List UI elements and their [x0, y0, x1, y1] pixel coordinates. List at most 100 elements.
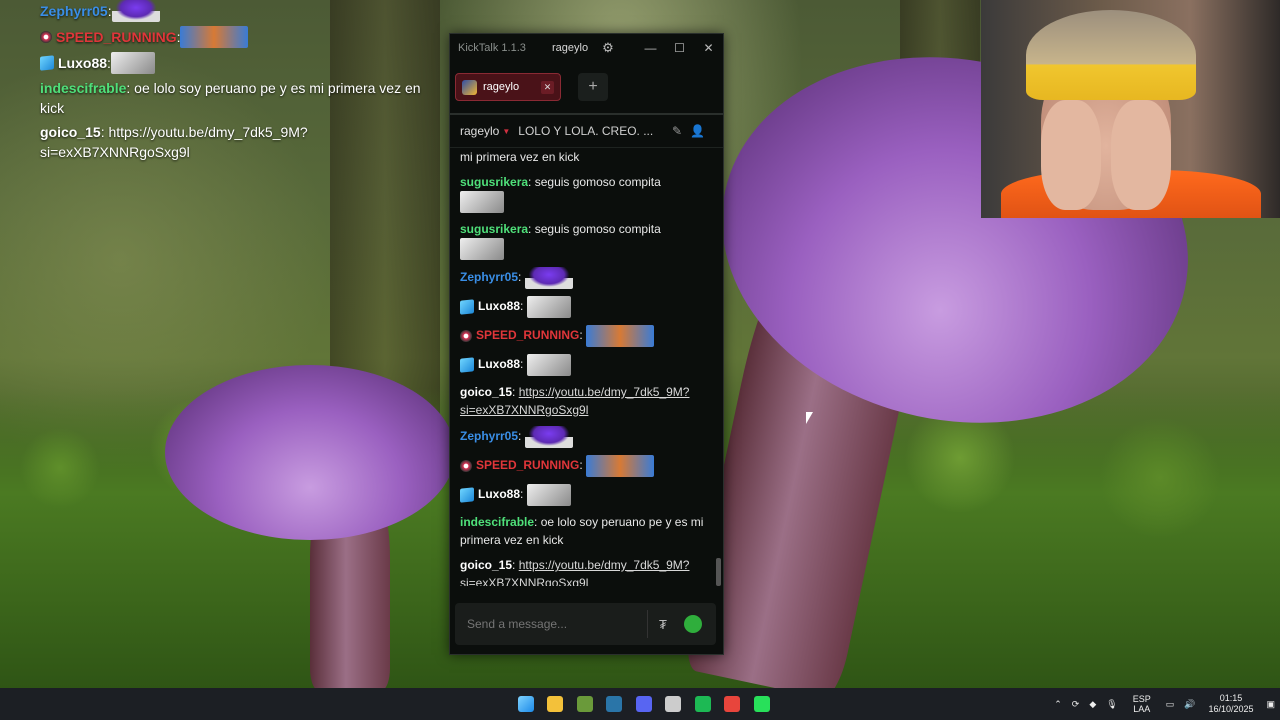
- kicktalk-app-button[interactable]: [747, 688, 777, 720]
- chat-username[interactable]: goico_15: [460, 558, 512, 572]
- emote-image: [586, 325, 655, 347]
- sync-icon[interactable]: ⟳: [1072, 699, 1080, 710]
- subscriber-badge-icon: [460, 330, 472, 342]
- steam-app-button[interactable]: [600, 688, 630, 720]
- windows-start-app-button[interactable]: [511, 688, 541, 720]
- emote-image: [526, 354, 571, 376]
- message-composer: ₮: [455, 603, 716, 645]
- chat-message-text: seguis gomoso compita: [534, 175, 661, 189]
- app-title: KickTalk 1.1.3: [458, 41, 526, 54]
- minecraft-app-button[interactable]: [570, 688, 600, 720]
- chat-username[interactable]: Luxo88: [478, 299, 520, 313]
- settings-gear-icon[interactable]: ⚙: [602, 40, 614, 56]
- chat-username[interactable]: Luxo88: [478, 487, 520, 501]
- language-sub: LAA: [1133, 704, 1151, 714]
- chat-message: goico_15: https://youtu.be/dmy_7dk5_9M?s…: [460, 556, 709, 586]
- chat-message: Zephyrr05:: [460, 426, 709, 448]
- chat-message: goico_15: https://youtu.be/dmy_7dk5_9M?s…: [460, 385, 690, 417]
- language-indicator[interactable]: ESP LAA: [1128, 694, 1156, 714]
- stream-chat-overlay: Zephyrr05: SPEED_RUNNING: Luxo88: indesc…: [40, 0, 440, 166]
- chat-username[interactable]: sugusrikera: [460, 175, 528, 189]
- chat-message: Luxo88:: [460, 354, 709, 376]
- cube-badge-icon: [460, 299, 474, 315]
- chat-message: sugusrikera: seguis gomoso compita: [460, 220, 709, 260]
- security-icon[interactable]: ◆: [1089, 699, 1096, 710]
- scrollbar[interactable]: [716, 558, 721, 586]
- stream-title: LOLO Y LOLA. CREO. ...: [518, 124, 654, 138]
- maximize-icon[interactable]: ☐: [665, 41, 694, 55]
- network-icon[interactable]: ▭: [1166, 699, 1175, 710]
- chat-message-text: seguis gomoso compita: [534, 222, 661, 236]
- windows-start-icon: [517, 696, 534, 712]
- mouse-cursor: [806, 412, 813, 424]
- cube-badge-icon: [460, 357, 474, 373]
- volume-icon[interactable]: 🔊: [1184, 699, 1195, 710]
- notifications-icon[interactable]: ▣: [1266, 699, 1275, 710]
- taskbar-apps: [511, 688, 777, 720]
- discord-icon: [635, 696, 652, 712]
- chat-username[interactable]: goico_15: [460, 385, 512, 399]
- emote-image: [586, 455, 655, 477]
- chat-message: Luxo88:: [460, 484, 709, 506]
- chat-username[interactable]: SPEED_RUNNING: [476, 328, 579, 342]
- translate-icon[interactable]: ₮: [648, 617, 678, 632]
- minecraft-icon: [576, 696, 593, 712]
- overlay-username: goico_15: [40, 124, 101, 140]
- github-app-button[interactable]: [659, 688, 689, 720]
- emote-image: [460, 191, 504, 213]
- channel-avatar: [462, 79, 477, 95]
- pin-icon[interactable]: ✎: [672, 124, 690, 138]
- add-tab-button[interactable]: +: [578, 73, 608, 101]
- discord-app-button[interactable]: [629, 688, 659, 720]
- subscriber-badge-icon: [40, 31, 52, 43]
- channel-name[interactable]: rageylo: [460, 124, 499, 138]
- mushroom-cap: [165, 365, 455, 540]
- chrome-app-button[interactable]: [718, 688, 748, 720]
- title-bar[interactable]: KickTalk 1.1.3 rageylo ⚙ — ☐ ✕: [450, 34, 723, 61]
- chat-messages[interactable]: mi primera vez en kick sugusrikera: segui…: [450, 148, 723, 586]
- close-tab-icon[interactable]: ✕: [541, 80, 554, 94]
- clock-time: 01:15: [1219, 693, 1243, 703]
- overlay-chat-line: SPEED_RUNNING:: [40, 26, 440, 48]
- user-icon[interactable]: 👤: [690, 124, 713, 138]
- kicktalk-icon: [753, 696, 770, 712]
- tab-label: rageylo: [483, 81, 520, 93]
- webcam-feed: [981, 0, 1280, 218]
- chat-message-text: mi primera vez en kick: [460, 150, 580, 164]
- file-explorer-app-button[interactable]: [541, 688, 571, 720]
- chat-username[interactable]: Zephyrr05: [460, 270, 518, 284]
- overlay-chat-line: Luxo88:: [40, 52, 440, 74]
- chevron-up-icon[interactable]: ⌃: [1054, 699, 1062, 710]
- message-input[interactable]: [455, 603, 647, 645]
- chrome-icon: [724, 696, 741, 712]
- emote-picker-icon[interactable]: [684, 615, 702, 633]
- overlay-username: SPEED_RUNNING: [56, 29, 177, 45]
- close-icon[interactable]: ✕: [694, 41, 723, 55]
- clock[interactable]: 01:15 16/10/2025: [1208, 693, 1253, 715]
- system-tray: ⌃ ⟳ ◆ 🎙 ESP LAA ▭ 🔊 01:15 16/10/2025 ▣: [1049, 688, 1280, 720]
- chat-message: sugusrikera: seguis gomoso compita: [460, 173, 709, 213]
- emote-image: [524, 426, 573, 448]
- cube-badge-icon: [460, 487, 474, 503]
- tab-rageylo[interactable]: rageylo ✕: [455, 73, 561, 101]
- overlay-username: Luxo88: [58, 55, 108, 71]
- emote-image: [524, 267, 573, 289]
- chat-message: mi primera vez en kick: [460, 148, 709, 166]
- emote-image: [526, 484, 571, 506]
- chat-message: SPEED_RUNNING:: [460, 325, 709, 347]
- emote-image: [526, 296, 571, 318]
- subscriber-badge-icon: [460, 460, 472, 472]
- emote-image: [460, 238, 504, 260]
- logged-in-user[interactable]: rageylo: [552, 42, 588, 54]
- chat-username[interactable]: SPEED_RUNNING: [476, 458, 579, 472]
- chat-username[interactable]: Zephyrr05: [460, 429, 518, 443]
- chat-username[interactable]: Luxo88: [478, 357, 520, 371]
- live-indicator-icon: ▼: [502, 126, 511, 136]
- microphone-icon[interactable]: 🎙: [1106, 699, 1117, 710]
- chat-username[interactable]: sugusrikera: [460, 222, 528, 236]
- minimize-icon[interactable]: —: [636, 41, 665, 55]
- chat-username[interactable]: indescifrable: [460, 515, 534, 529]
- overlay-username: Zephyrr05: [40, 3, 108, 19]
- spotify-app-button[interactable]: [688, 688, 718, 720]
- channel-bar: rageylo ▼ LOLO Y LOLA. CREO. ... ✎👤: [450, 115, 723, 148]
